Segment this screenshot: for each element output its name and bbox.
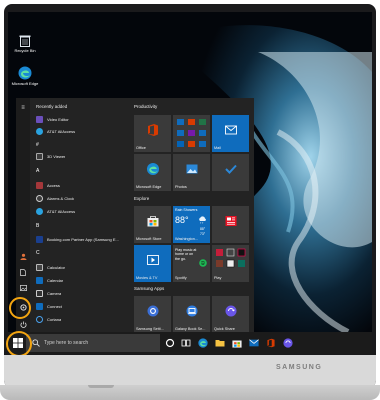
tile-store[interactable]: Microsoft Store xyxy=(134,206,171,243)
power-icon[interactable] xyxy=(19,320,27,328)
video-editor-icon xyxy=(36,116,43,123)
tile-todo[interactable] xyxy=(212,154,249,191)
spotify-icon xyxy=(199,259,207,269)
cortana-icon[interactable] xyxy=(165,338,175,348)
office-icon[interactable] xyxy=(266,338,276,348)
weather-low: 73° xyxy=(200,232,206,236)
weather-high: 88° xyxy=(200,227,206,231)
games-icon xyxy=(216,248,246,268)
section-letter[interactable]: A xyxy=(36,168,39,174)
office-apps-icon xyxy=(177,119,206,147)
pictures-icon[interactable] xyxy=(19,284,27,292)
checkmark-icon xyxy=(224,164,237,176)
recently-added-heading: Recently added xyxy=(36,104,68,109)
galaxy-book-icon xyxy=(186,305,198,319)
office-icon xyxy=(146,123,160,139)
group-productivity: Productivity xyxy=(134,104,158,109)
list-item[interactable]: Cortana xyxy=(36,315,128,324)
att-icon xyxy=(36,128,43,135)
hamburger-icon[interactable]: ≡ xyxy=(19,104,27,112)
tile-photos[interactable]: Photos xyxy=(173,154,210,191)
recycle-bin-icon xyxy=(19,35,31,47)
desktop-icon-edge[interactable]: Microsoft Edge xyxy=(10,66,40,86)
quick-share-icon xyxy=(225,305,237,319)
group-explore: Explore xyxy=(134,196,150,201)
list-item[interactable]: AT&T AllAccess xyxy=(36,207,128,216)
photos-icon xyxy=(186,164,198,176)
edge-icon xyxy=(18,66,32,80)
laptop-brand: SAMSUNG xyxy=(276,364,323,371)
group-samsung-apps: Samsung Apps xyxy=(134,286,165,291)
tile-office[interactable]: Office xyxy=(134,115,171,152)
weather-temp: 88° xyxy=(175,215,189,225)
store-bag-icon[interactable] xyxy=(232,338,242,348)
tile-movies-tv[interactable]: Movies & TV xyxy=(134,245,171,282)
tile-mail[interactable]: Mail xyxy=(212,115,249,152)
tile-weather[interactable]: Rain Showers 88° 88° 73° Washington... xyxy=(173,206,210,243)
connect-icon xyxy=(36,303,43,310)
start-menu: ≡ Recently added Video Editor AT&T AllAc… xyxy=(16,98,254,333)
task-view-icon[interactable] xyxy=(181,338,191,348)
start-button-highlight-circle xyxy=(6,331,32,357)
3d-viewer-icon xyxy=(36,153,43,160)
list-item[interactable]: Booking.com Partner App (Samsung E... xyxy=(36,235,128,244)
film-icon xyxy=(146,254,159,267)
list-item[interactable]: Alarms & Clock xyxy=(36,194,128,203)
list-item[interactable]: Video Editor xyxy=(36,115,128,124)
booking-icon xyxy=(36,236,43,243)
spotify-promo-line: the go. xyxy=(175,256,186,261)
news-icon xyxy=(225,215,237,228)
tile-play-folder[interactable]: Play xyxy=(212,245,249,282)
list-item[interactable]: Access xyxy=(36,181,128,190)
cloud-rain-icon xyxy=(198,216,207,226)
laptop-chin xyxy=(4,355,376,388)
tile-quick-share[interactable]: Quick Share xyxy=(212,296,249,333)
taskbar: Type here to search xyxy=(8,332,372,354)
list-item[interactable]: Connect xyxy=(36,302,128,311)
tile-galaxy-book-smart-switch[interactable]: Galaxy Book Se... xyxy=(173,296,210,333)
section-letter[interactable]: # xyxy=(36,142,39,148)
settings-highlight-circle xyxy=(9,297,31,319)
calculator-icon xyxy=(36,264,43,271)
search-placeholder: Type here to search xyxy=(44,340,89,346)
camera-icon xyxy=(36,290,43,297)
app-list: Recently added Video Editor AT&T AllAcce… xyxy=(32,98,128,332)
quick-share-icon[interactable] xyxy=(283,338,293,348)
desktop-icon-recycle-bin[interactable]: Recycle Bin xyxy=(10,34,40,53)
user-avatar-icon[interactable] xyxy=(19,252,27,260)
section-letter[interactable]: C xyxy=(36,250,40,256)
search-icon xyxy=(32,339,40,347)
list-item[interactable]: Calendar xyxy=(36,276,128,285)
list-item[interactable]: 3D Viewer xyxy=(36,152,128,161)
tile-news[interactable] xyxy=(212,206,249,243)
documents-icon[interactable] xyxy=(19,268,27,276)
tile-edge[interactable]: Microsoft Edge xyxy=(134,154,171,191)
calendar-icon xyxy=(36,277,43,284)
tile-spotify[interactable]: Play music at home or on the go. Spotify xyxy=(173,245,210,282)
file-explorer-icon[interactable] xyxy=(215,338,225,348)
laptop-notch xyxy=(88,385,114,388)
edge-icon[interactable] xyxy=(198,338,208,348)
store-bag-icon xyxy=(147,215,159,229)
access-icon xyxy=(36,182,43,189)
desktop-icon-label: Microsoft Edge xyxy=(11,81,39,86)
tile-area: Productivity Office Mail Microsoft Edge … xyxy=(132,98,252,333)
att-icon xyxy=(36,208,43,215)
edge-icon xyxy=(146,162,159,177)
desktop-icon-label: Recycle Bin xyxy=(14,48,36,53)
samsung-settings-icon xyxy=(147,305,159,319)
section-letter[interactable]: B xyxy=(36,223,39,229)
list-item[interactable]: Calculator xyxy=(36,263,128,272)
cortana-icon xyxy=(36,316,43,323)
tile-office-apps-folder[interactable] xyxy=(173,115,210,152)
mail-icon[interactable] xyxy=(249,338,259,348)
list-item[interactable]: Camera xyxy=(36,289,128,298)
taskbar-search-box[interactable]: Type here to search xyxy=(26,334,160,352)
alarm-clock-icon xyxy=(36,195,43,202)
laptop-base xyxy=(0,385,380,400)
mail-icon xyxy=(224,125,237,136)
weather-condition: Rain Showers xyxy=(175,208,198,212)
tile-samsung-settings[interactable]: Samsung Setti... xyxy=(134,296,171,333)
list-item[interactable]: AT&T AllAccess xyxy=(36,127,128,136)
